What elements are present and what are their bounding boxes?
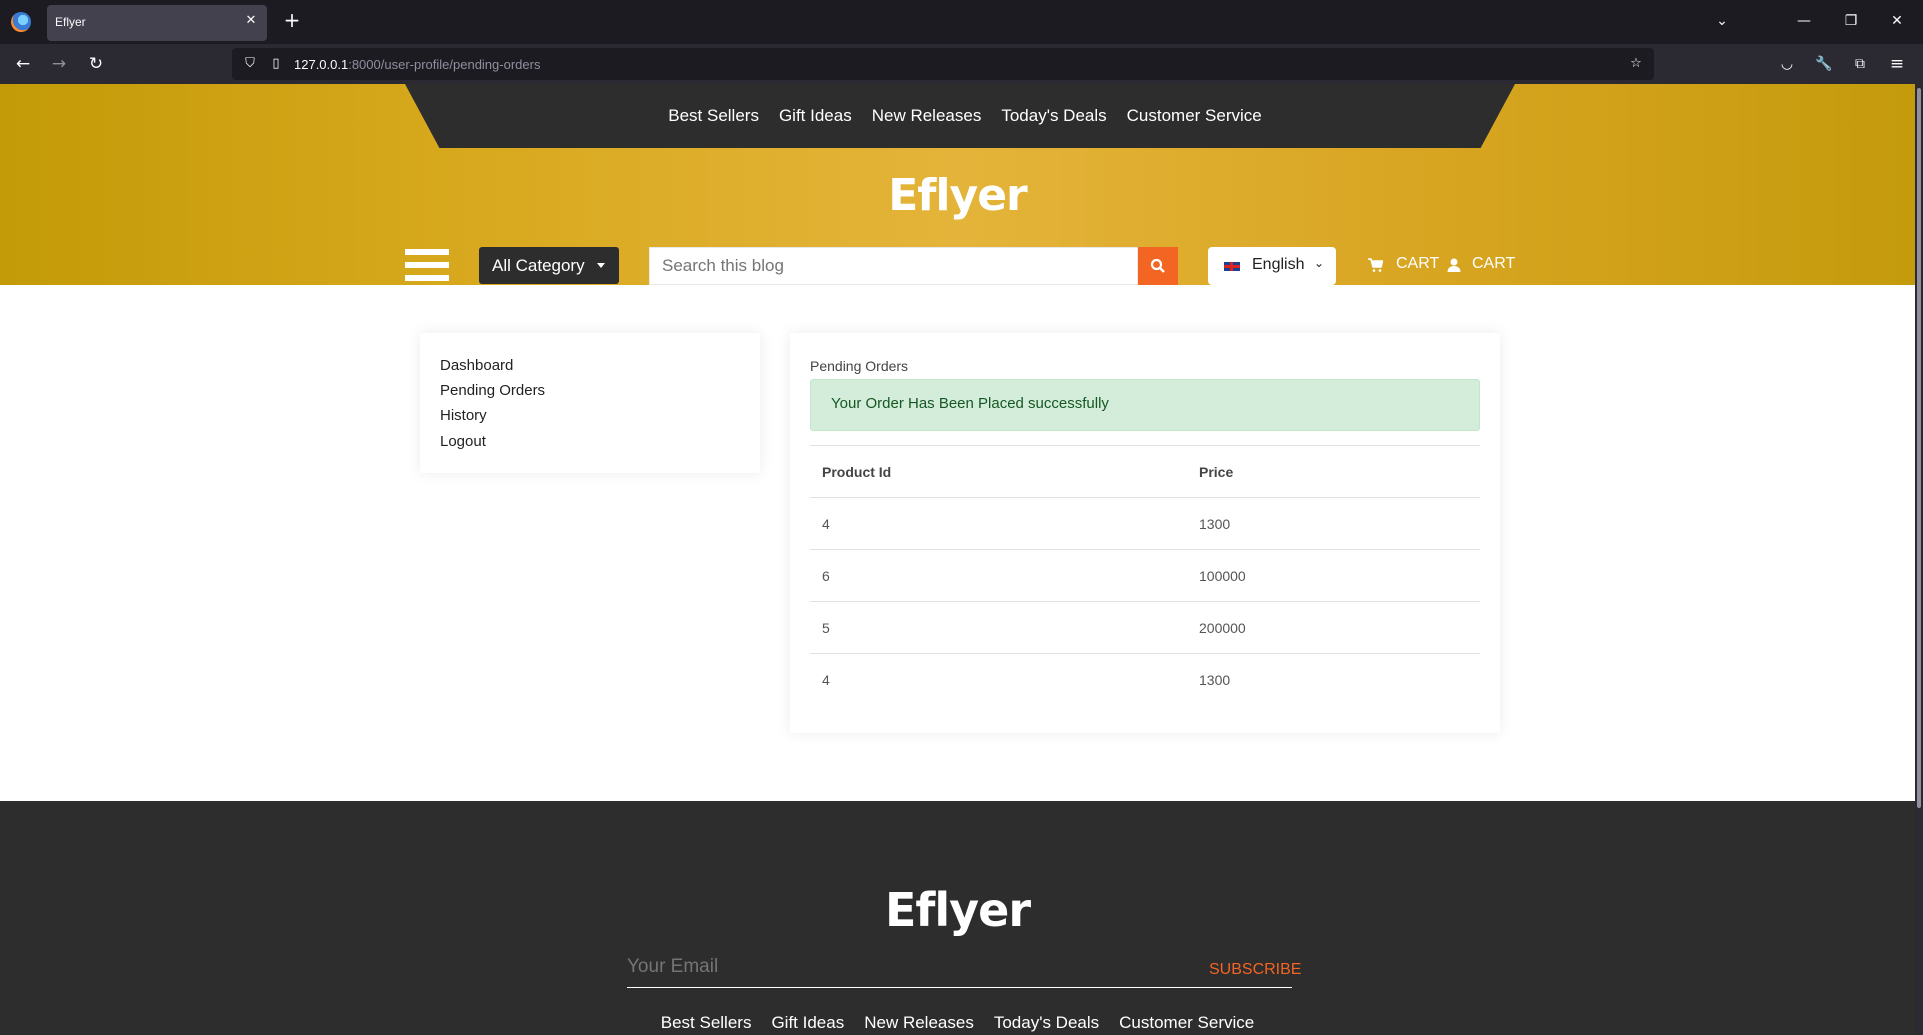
sidebar-item-history[interactable]: History [440,407,487,424]
browser-tab-bar: Eflyer ✕ + ⌄ — ❐ ✕ [0,0,1923,44]
footer-logo[interactable]: Eflyer [0,883,1915,937]
orders-table: Product Id Price 4 1300 6 100000 5 20000… [810,445,1480,705]
language-selector[interactable]: English ⌄ [1208,247,1336,285]
price-cell: 100000 [1187,549,1480,602]
url-path: :8000/user-profile/pending-orders [348,57,541,72]
table-header-row: Product Id Price [810,445,1480,498]
footer-nav-new-releases[interactable]: New Releases [864,1013,974,1033]
browser-nav-bar: ← → ↻ ⛉ ▯ 127.0.0.1:8000/user-profile/pe… [0,44,1923,84]
subscribe-button[interactable]: SUBSCRIBE [1209,961,1301,979]
tab-title: Eflyer [55,15,86,29]
footer-nav-todays-deals[interactable]: Today's Deals [994,1013,1099,1033]
wrench-icon[interactable]: 🔧 [1813,53,1835,75]
nav-todays-deals[interactable]: Today's Deals [1001,106,1106,126]
top-nav: Best Sellers Gift Ideas New Releases Tod… [405,84,1515,148]
forward-icon[interactable]: → [48,53,70,75]
chevron-down-icon: ⌄ [1314,256,1325,270]
extensions-icon[interactable]: ⧉ [1849,53,1871,75]
site-logo[interactable]: Eflyer [0,170,1915,221]
footer-nav-customer-service[interactable]: Customer Service [1119,1013,1254,1033]
pending-orders-card: Pending Orders Your Order Has Been Place… [790,333,1500,733]
sidebar-item-dashboard[interactable]: Dashboard [440,357,513,374]
site-footer: Eflyer SUBSCRIBE Best Sellers Gift Ideas… [0,801,1915,1035]
success-alert: Your Order Has Been Placed successfully [810,379,1480,431]
column-header-product-id: Product Id [810,445,1187,498]
price-cell: 1300 [1199,671,1231,688]
profile-sidebar: Dashboard Pending Orders History Logout [420,333,760,473]
list-tabs-icon[interactable]: ⌄ [1711,10,1733,32]
table-row: 4 1300 [810,497,1480,550]
product-id-cell: 4 [810,497,1187,550]
table-row: 5 200000 [810,601,1480,654]
table-row: 6 100000 [810,549,1480,602]
user-icon[interactable] [1446,257,1462,273]
column-header-price: Price [1187,445,1480,498]
pocket-icon[interactable]: ◡ [1776,53,1798,75]
menu-icon[interactable]: ≡ [1886,53,1908,75]
close-window-icon[interactable]: ✕ [1886,10,1908,32]
hamburger-menu-icon[interactable] [405,247,449,283]
search-input[interactable] [649,247,1138,285]
category-label: All Category [492,256,585,275]
nav-gift-ideas[interactable]: Gift Ideas [779,106,852,126]
url-host: 127.0.0.1 [294,57,349,72]
cart-link[interactable]: CART [1396,255,1439,273]
uk-flag-icon [1224,262,1240,271]
shield-icon[interactable]: ⛉ [242,56,258,72]
header-hero: Best Sellers Gift Ideas New Releases Tod… [0,84,1915,285]
nav-best-sellers[interactable]: Best Sellers [668,106,759,126]
account-cart-link[interactable]: CART [1472,255,1515,273]
search-icon [1150,258,1165,273]
table-row: 4 1300 [810,654,1480,706]
scrollbar-thumb[interactable] [1917,88,1921,808]
minimize-icon[interactable]: — [1793,10,1815,32]
caret-down-icon [597,263,605,268]
product-id-cell: 5 [810,601,1187,654]
product-id-cell: 6 [810,549,1187,602]
page-icon: ▯ [272,56,280,71]
product-id-cell: 4 [822,671,830,688]
url-bar[interactable]: ⛉ ▯ 127.0.0.1:8000/user-profile/pending-… [232,48,1654,80]
search-button[interactable] [1138,247,1178,285]
new-tab-icon[interactable]: + [282,10,302,30]
firefox-logo-icon [11,12,31,32]
cart-icon[interactable] [1367,257,1383,273]
browser-tab[interactable]: Eflyer ✕ [47,5,267,41]
all-category-dropdown[interactable]: All Category [479,247,619,284]
bookmark-star-icon[interactable]: ☆ [1628,56,1644,72]
restore-icon[interactable]: ❐ [1840,10,1862,32]
reload-icon[interactable]: ↻ [85,53,107,75]
language-label: English [1252,256,1305,273]
page-scrollbar[interactable] [1915,84,1923,1035]
alert-message: Your Order Has Been Placed successfully [831,395,1109,412]
footer-nav: Best Sellers Gift Ideas New Releases Tod… [0,1013,1915,1033]
email-field[interactable] [627,946,1292,988]
price-cell: 200000 [1187,601,1480,654]
back-icon[interactable]: ← [12,53,34,75]
page-viewport: Best Sellers Gift Ideas New Releases Tod… [0,84,1915,1035]
close-tab-icon[interactable]: ✕ [243,13,259,29]
url-text[interactable]: 127.0.0.1:8000/user-profile/pending-orde… [294,57,540,72]
sidebar-item-logout[interactable]: Logout [440,433,486,450]
footer-nav-best-sellers[interactable]: Best Sellers [661,1013,752,1033]
footer-nav-gift-ideas[interactable]: Gift Ideas [771,1013,844,1033]
nav-customer-service[interactable]: Customer Service [1127,106,1262,126]
sidebar-item-pending-orders[interactable]: Pending Orders [440,382,545,399]
nav-new-releases[interactable]: New Releases [872,106,982,126]
price-cell: 1300 [1187,497,1480,550]
page-title: Pending Orders [810,358,909,374]
